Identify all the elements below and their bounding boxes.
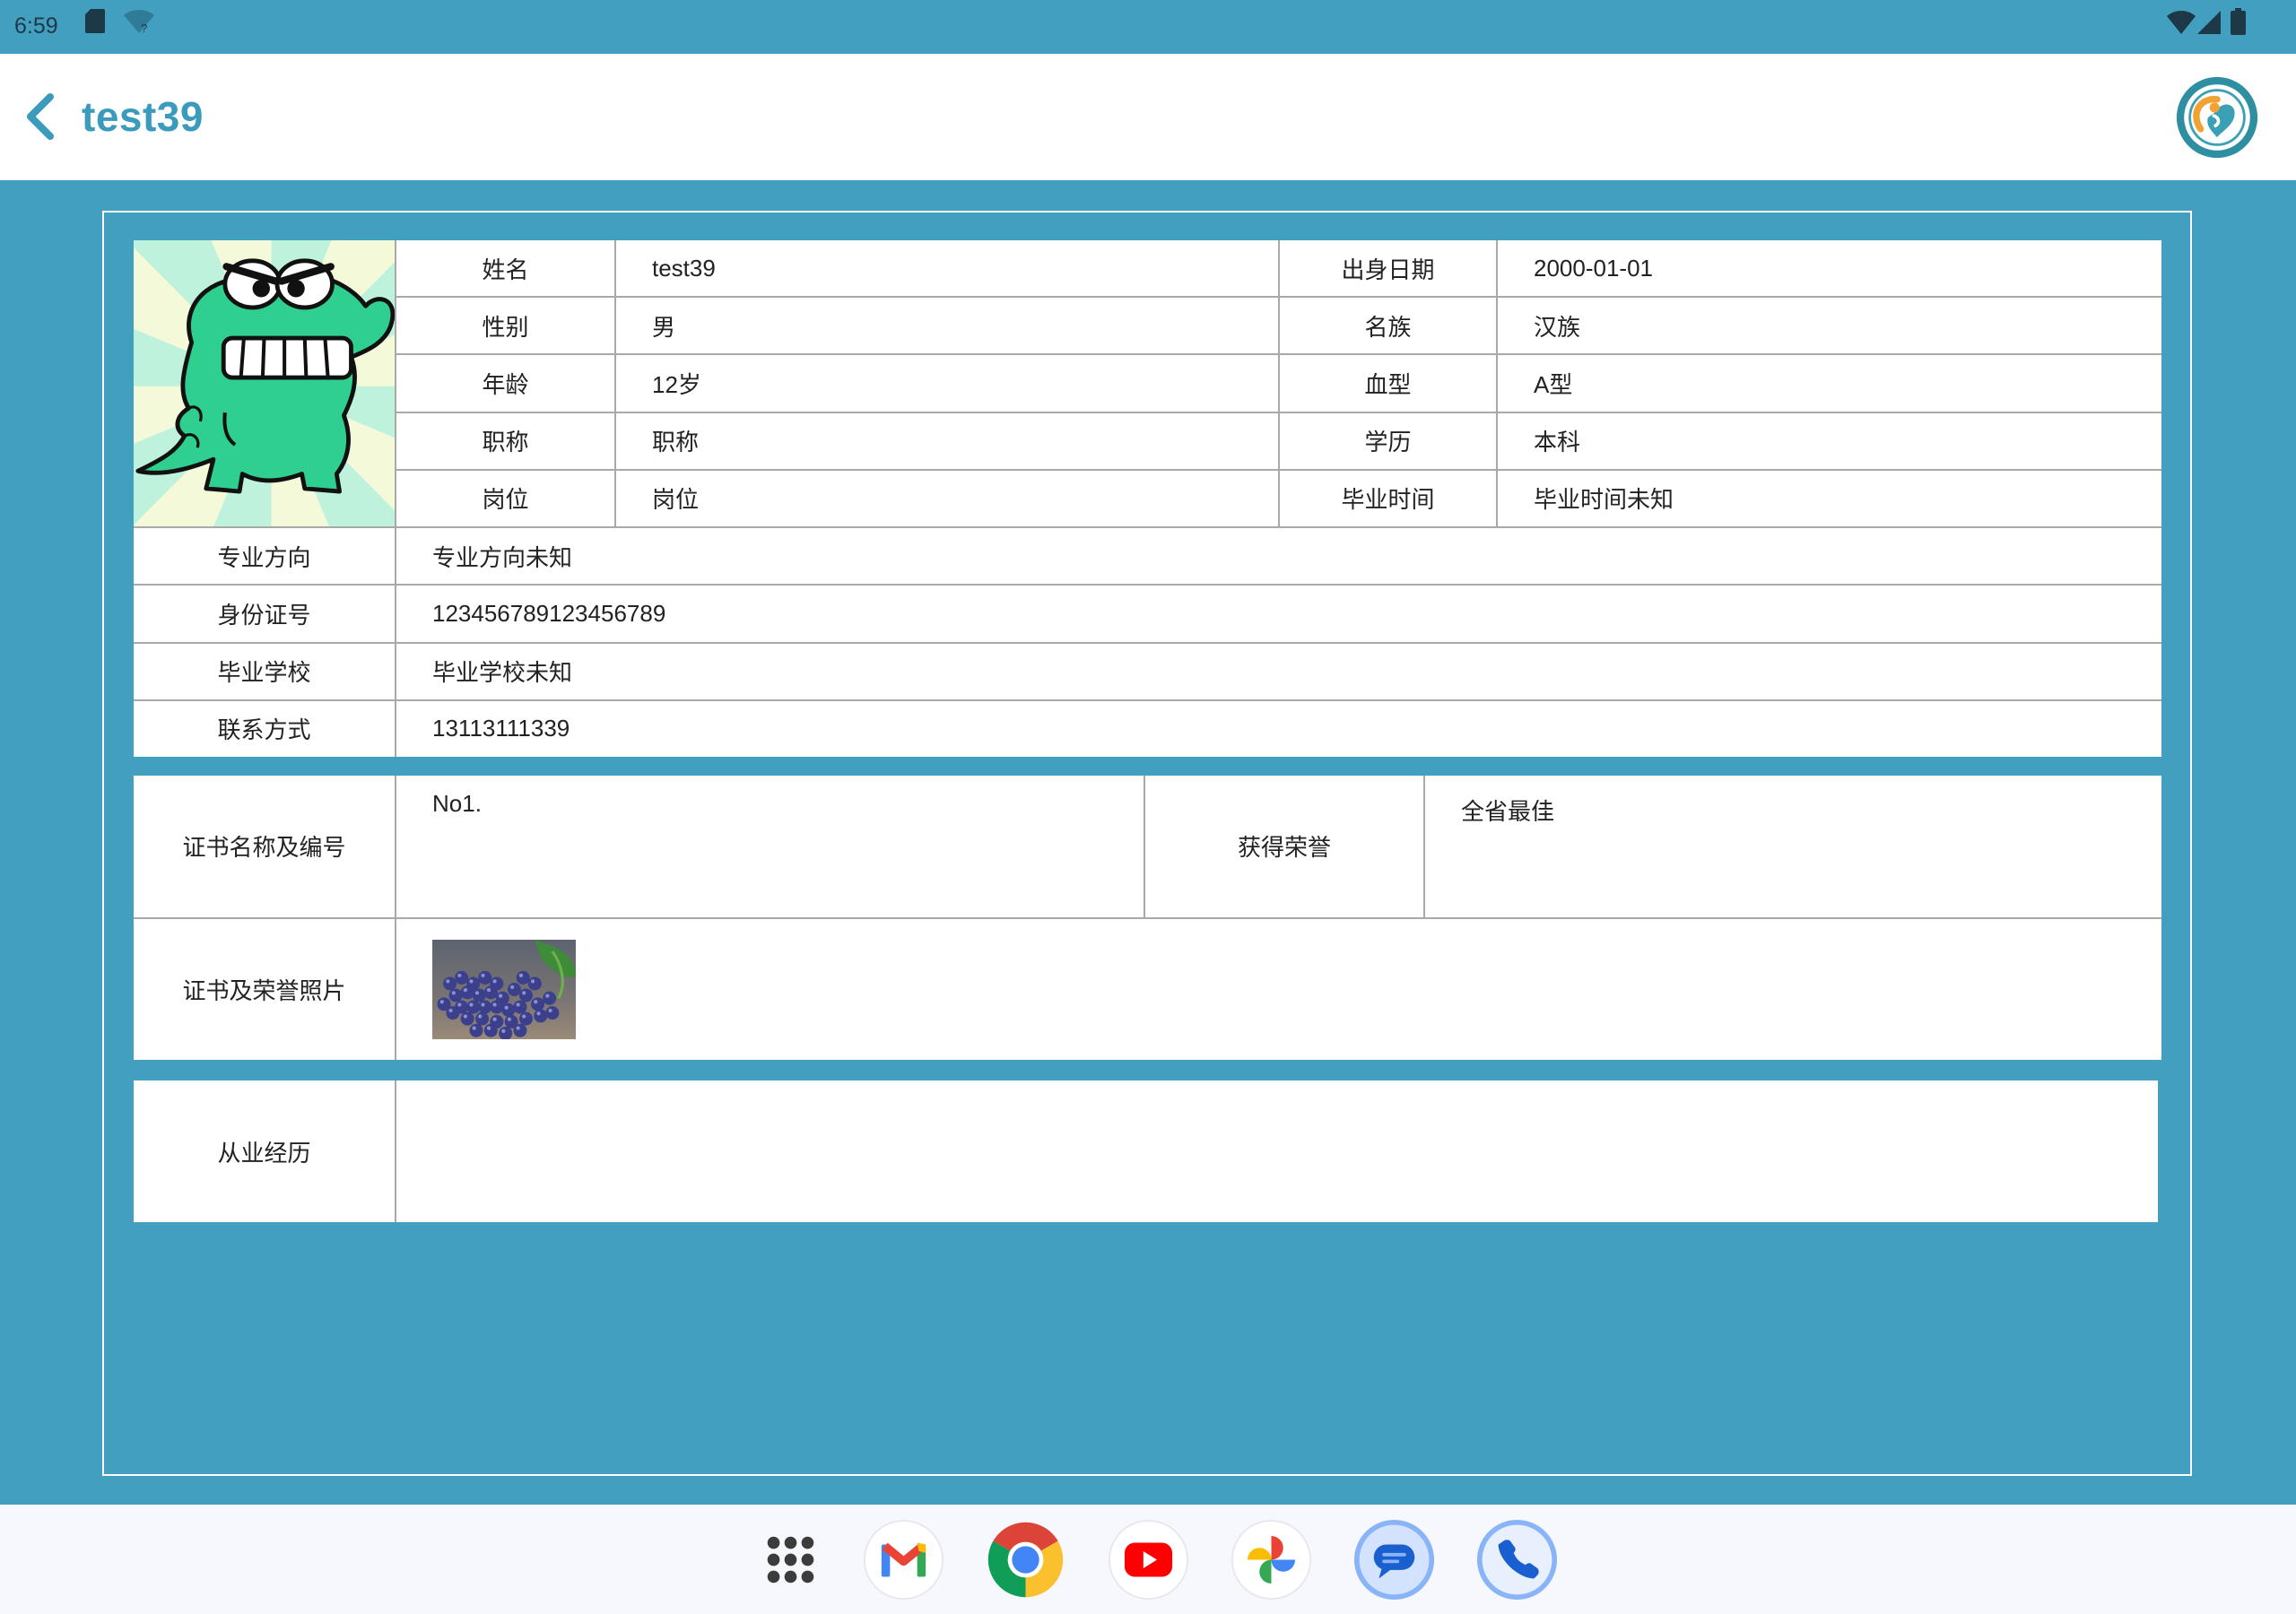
label-experience: 从业经历 (134, 1080, 395, 1222)
label-blood-type: 血型 (1280, 355, 1496, 412)
status-bar: 6:59 ? (0, 0, 2296, 54)
youtube-icon[interactable] (1108, 1519, 1189, 1601)
value-title: 职称 (616, 412, 1278, 469)
organization-logo-icon (2176, 76, 2258, 159)
label-id-number: 身份证号 (134, 586, 395, 642)
phone-icon[interactable] (1476, 1519, 1558, 1601)
avatar (134, 240, 395, 527)
battery-icon (2231, 8, 2246, 35)
value-certificate-name: No1. (396, 776, 1144, 917)
label-position: 岗位 (396, 470, 614, 527)
label-major: 专业方向 (134, 528, 395, 585)
experience-table: 从业经历 (134, 1080, 2158, 1222)
profile-table: 姓名 test39 出身日期 2000-01-01 性别 男 名族 汉族 年龄 … (134, 240, 2161, 757)
value-honor: 全省最佳 (1425, 776, 2161, 917)
label-education: 学历 (1280, 412, 1496, 469)
value-experience (396, 1080, 2158, 1222)
taskbar (0, 1505, 2296, 1614)
value-major: 专业方向未知 (396, 528, 2161, 585)
label-graduation-time: 毕业时间 (1280, 470, 1496, 527)
messages-icon[interactable] (1353, 1519, 1435, 1601)
avatar-image (134, 240, 395, 527)
app-drawer-icon[interactable] (750, 1519, 831, 1601)
gmail-icon[interactable] (863, 1519, 944, 1601)
value-birth-date: 2000-01-01 (1498, 240, 2161, 297)
value-gender: 男 (616, 298, 1278, 354)
value-graduation-time: 毕业时间未知 (1498, 470, 2161, 527)
wifi-question-icon: ? (124, 10, 154, 34)
label-certificate-photo: 证书及荣誉照片 (134, 918, 395, 1060)
value-id-number: 123456789123456789 (396, 586, 2161, 642)
value-school: 毕业学校未知 (396, 643, 2161, 699)
label-certificate-name: 证书名称及编号 (134, 776, 395, 917)
value-age: 12岁 (616, 355, 1278, 412)
chevron-left-icon[interactable] (22, 90, 61, 143)
label-name: 姓名 (396, 240, 614, 297)
value-name: test39 (616, 240, 1278, 297)
value-position: 岗位 (616, 470, 1278, 527)
value-blood-type: A型 (1498, 355, 2161, 412)
label-title: 职称 (396, 412, 614, 469)
svg-text:?: ? (141, 22, 147, 34)
app-bar: test39 (0, 54, 2296, 180)
chrome-icon[interactable] (985, 1519, 1066, 1601)
status-time: 6:59 (14, 13, 58, 39)
label-ethnicity: 名族 (1280, 298, 1496, 354)
certificate-photo-cell (396, 918, 2161, 1060)
label-age: 年龄 (396, 355, 614, 412)
value-contact: 13113111339 (396, 700, 2161, 757)
label-contact: 联系方式 (134, 700, 395, 757)
certificate-photo[interactable] (432, 939, 576, 1039)
page-title: test39 (82, 93, 204, 140)
label-birth-date: 出身日期 (1280, 240, 1496, 297)
label-gender: 性别 (396, 298, 614, 354)
sd-card-icon (85, 9, 105, 33)
certificates-table: 证书名称及编号 No1. 获得荣誉 全省最佳 证书及荣誉照片 (134, 776, 2161, 1060)
label-school: 毕业学校 (134, 643, 395, 699)
signal-icon (2197, 11, 2221, 34)
value-education: 本科 (1498, 412, 2161, 469)
wifi-icon (2167, 11, 2196, 34)
label-honor: 获得荣誉 (1145, 776, 1423, 917)
value-ethnicity: 汉族 (1498, 298, 2161, 354)
photos-icon[interactable] (1231, 1519, 1312, 1601)
